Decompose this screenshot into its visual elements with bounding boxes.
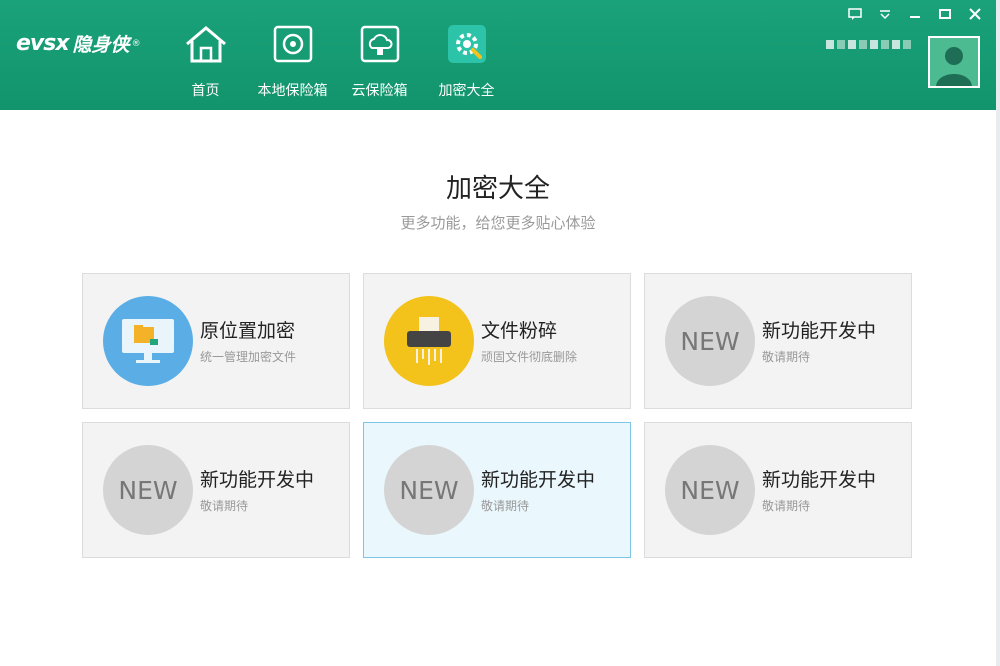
gear-wrench-icon (444, 22, 490, 66)
user-name-blurred (826, 40, 911, 49)
card-title: 新功能开发中 (762, 320, 877, 342)
card-title: 文件粉碎 (481, 320, 558, 342)
home-icon (183, 22, 229, 66)
card-desc: 敬请期待 (200, 499, 249, 513)
new-badge: NEW (665, 445, 755, 535)
shredder-icon (384, 296, 474, 386)
card-new-feature-hovered[interactable]: NEW 新功能开发中 敬请期待 (363, 422, 631, 558)
nav-cloud-safe[interactable]: 云保险箱 (336, 22, 423, 102)
user-avatar-icon (930, 38, 978, 86)
page-subtitle: 更多功能，给您更多贴心体验 (400, 214, 596, 232)
card-desc: 顽固文件彻底删除 (481, 350, 578, 364)
close-icon[interactable] (966, 6, 984, 22)
cloud-safe-icon (357, 22, 403, 66)
card-new-feature[interactable]: NEW 新功能开发中 敬请期待 (644, 273, 912, 409)
maximize-icon[interactable] (936, 6, 954, 22)
window-controls (846, 6, 984, 22)
new-badge: NEW (665, 296, 755, 386)
card-title: 新功能开发中 (200, 469, 315, 491)
minimize-icon[interactable] (906, 6, 924, 22)
right-edge (996, 0, 1000, 666)
card-new-feature[interactable]: NEW 新功能开发中 敬请期待 (82, 422, 350, 558)
card-desc: 敬请期待 (762, 499, 811, 513)
nav-home[interactable]: 首页 (162, 22, 249, 102)
nav-label: 云保险箱 (351, 83, 408, 99)
monitor-folder-icon (103, 296, 193, 386)
card-desc: 敬请期待 (481, 499, 530, 513)
card-in-place-encryption[interactable]: 原位置加密 统一管理加密文件 (82, 273, 350, 409)
dropdown-icon[interactable] (876, 6, 894, 22)
nav-local-safe[interactable]: 本地保险箱 (249, 22, 336, 102)
main-nav: 首页 本地保险箱 云保险箱 加密大全 (162, 22, 510, 102)
new-badge: NEW (384, 445, 474, 535)
nav-label: 首页 (191, 83, 220, 99)
card-title: 新功能开发中 (762, 469, 877, 491)
card-title: 原位置加密 (200, 320, 296, 342)
nav-label: 加密大全 (438, 83, 495, 99)
logo-mark: evsx (16, 31, 70, 56)
card-desc: 统一管理加密文件 (200, 350, 297, 364)
safe-icon (270, 22, 316, 66)
header-bar: evsx 隐身侠 ® 首页 本地保险箱 云保险箱 加密大全 (0, 0, 996, 110)
nav-encryption-suite[interactable]: 加密大全 (423, 22, 510, 102)
page-title: 加密大全 (445, 174, 550, 204)
card-new-feature[interactable]: NEW 新功能开发中 敬请期待 (644, 422, 912, 558)
logo-name: 隐身侠 (72, 34, 130, 56)
feedback-icon[interactable] (846, 6, 864, 22)
app-logo: evsx 隐身侠 ® (16, 30, 141, 57)
avatar[interactable] (928, 36, 980, 88)
card-file-shredder[interactable]: 文件粉碎 顽固文件彻底删除 (363, 273, 631, 409)
nav-label: 本地保险箱 (257, 83, 328, 99)
logo-reg: ® (131, 38, 141, 49)
card-desc: 敬请期待 (762, 350, 811, 364)
new-badge: NEW (103, 445, 193, 535)
card-title: 新功能开发中 (481, 469, 596, 491)
